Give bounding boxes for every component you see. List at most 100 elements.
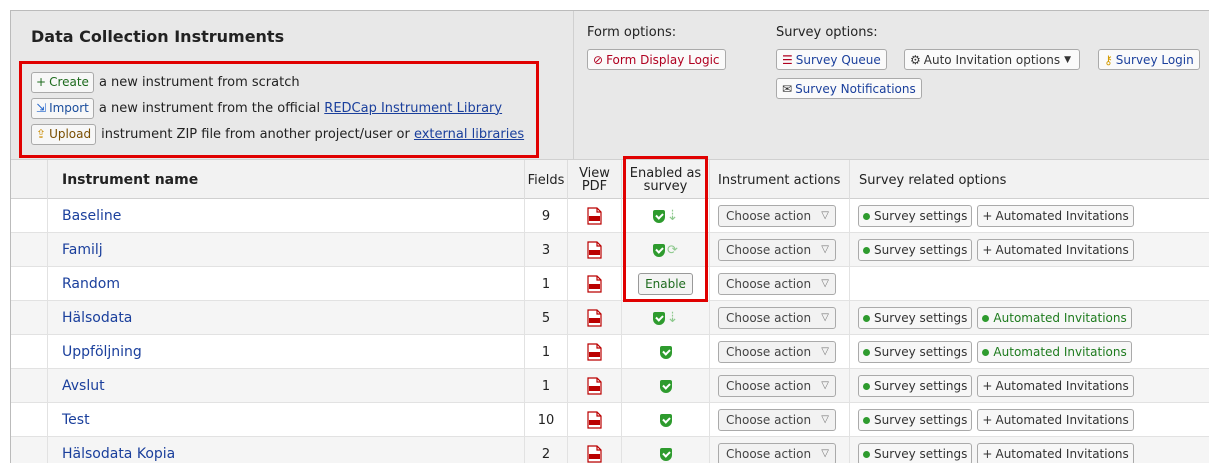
list-icon: ☰ [782,52,793,67]
plus-icon: + [982,379,993,393]
instrument-name-link[interactable]: Baseline [48,208,121,224]
page-title: Data Collection Instruments [31,27,285,46]
check-dot-icon [863,246,870,254]
field-count: 3 [524,233,567,267]
dropdown-caret-icon: ▽ [821,278,829,289]
automated-invitations-button[interactable]: + Automated Invitations [977,409,1134,431]
table-row: Uppföljning 1 Choose action ▽ Survey setting… [11,335,1209,369]
table-row: Random 1 Enable Choose action ▽ [11,267,1209,301]
col-fields: Fields [524,160,567,200]
pdf-icon[interactable] [587,377,602,395]
survey-settings-button[interactable]: Survey settings [858,443,973,463]
table-row: Hälsodata Kopia 2 Choose action ▽ Survey set… [11,437,1209,463]
field-count: 1 [524,369,567,403]
survey-related-options [849,267,1209,301]
dropdown-caret-icon: ▽ [821,312,829,323]
check-dot-icon [863,416,870,424]
dropdown-caret-icon: ▽ [821,244,829,255]
automated-invitations-button[interactable]: + Automated Invitations [977,205,1134,227]
survey-settings-button[interactable]: Survey settings [858,239,973,261]
check-dot-icon [982,314,990,322]
field-count: 9 [524,199,567,233]
survey-enabled-icon [652,311,665,325]
choose-action-dropdown[interactable]: Choose action ▽ [718,443,836,463]
automated-invitations-button[interactable]: + Automated Invitations [977,239,1134,261]
caret-down-icon: ▼ [1064,54,1071,65]
check-dot-icon [863,348,870,356]
automated-invitations-button[interactable]: Automated Invitations [977,341,1132,363]
automated-invitations-button[interactable]: + Automated Invitations [977,443,1134,463]
survey-related-options: Survey settings + Automated Invitations [849,233,1209,267]
dropdown-caret-icon: ▽ [821,380,829,391]
field-count: 2 [524,437,567,463]
dropdown-caret-icon: ▽ [821,448,829,459]
table-header: Instrument name Fields View PDF Enabled a… [11,159,1209,200]
survey-status: ⇣ [621,301,709,335]
choose-action-dropdown[interactable]: Choose action ▽ [718,239,836,261]
survey-options-label: Survey options: [776,25,878,40]
table-row: Familj 3 ⟳ Choose action ▽ Survey settings + Au… [11,233,1209,267]
survey-settings-button[interactable]: Survey settings [858,205,973,227]
pdf-icon[interactable] [587,207,602,225]
survey-status [621,369,709,403]
field-count: 1 [524,335,567,369]
check-dot-icon [863,314,870,322]
arrow-down-icon: ⇣ [666,310,679,326]
pdf-icon[interactable] [587,241,602,259]
pdf-icon[interactable] [587,275,602,293]
automated-invitations-button[interactable]: + Automated Invitations [977,375,1134,397]
instruments-panel: Data Collection Instruments + Create a ne… [10,10,1209,463]
field-count: 1 [524,267,567,301]
check-dot-icon [863,212,870,220]
plus-icon: + [982,413,993,427]
survey-status [621,437,709,463]
check-dot-icon [982,348,990,356]
pdf-icon[interactable] [587,445,602,463]
instrument-name-link[interactable]: Random [48,276,120,292]
choose-action-dropdown[interactable]: Choose action ▽ [718,307,836,329]
table-row: Baseline 9 ⇣ Choose action ▽ Survey settings +… [11,199,1209,233]
survey-settings-button[interactable]: Survey settings [858,409,973,431]
highlight-survey-box [623,156,708,302]
survey-enabled-icon [659,447,672,461]
survey-related-options: Survey settings + Automated Invitations [849,199,1209,233]
survey-enabled-icon [659,413,672,427]
choose-action-dropdown[interactable]: Choose action ▽ [718,205,836,227]
choose-action-dropdown[interactable]: Choose action ▽ [718,341,836,363]
plus-icon: + [982,447,993,461]
survey-login-button[interactable]: ⚷ Survey Login [1098,49,1200,70]
instrument-name-link[interactable]: Uppföljning [48,344,142,360]
check-dot-icon [863,382,870,390]
choose-action-dropdown[interactable]: Choose action ▽ [718,375,836,397]
survey-status [621,335,709,369]
automated-invitations-button[interactable]: Automated Invitations [977,307,1132,329]
auto-invitation-options-button[interactable]: ⚙ Auto Invitation options ▼ [904,49,1080,70]
notifications-icon: ✉ [782,81,793,96]
survey-related-options: Survey settings Automated Invitations [849,335,1209,369]
survey-settings-button[interactable]: Survey settings [858,307,973,329]
survey-status [621,403,709,437]
col-survey-related: Survey related options [849,160,1209,200]
field-count: 5 [524,301,567,335]
table-row: Hälsodata 5 ⇣ Choose action ▽ Survey settings… [11,301,1209,335]
instrument-name-link[interactable]: Familj [48,242,103,258]
form-options-label: Form options: [587,25,677,40]
survey-notifications-button[interactable]: ✉ Survey Notifications [776,78,922,99]
col-view-pdf: View PDF [567,160,621,200]
survey-related-options: Survey settings Automated Invitations [849,301,1209,335]
pdf-icon[interactable] [587,411,602,429]
survey-settings-button[interactable]: Survey settings [858,341,973,363]
instrument-name-link[interactable]: Avslut [48,378,105,394]
instrument-name-link[interactable]: Hälsodata Kopia [48,446,175,462]
instrument-name-link[interactable]: Test [48,412,90,428]
pdf-icon[interactable] [587,343,602,361]
instrument-name-link[interactable]: Hälsodata [48,310,132,326]
survey-related-options: Survey settings + Automated Invitations [849,437,1209,463]
choose-action-dropdown[interactable]: Choose action ▽ [718,409,836,431]
survey-queue-button[interactable]: ☰ Survey Queue [776,49,887,70]
survey-related-options: Survey settings + Automated Invitations [849,369,1209,403]
pdf-icon[interactable] [587,309,602,327]
form-display-logic-button[interactable]: ⊘ Form Display Logic [587,49,726,70]
survey-settings-button[interactable]: Survey settings [858,375,973,397]
choose-action-dropdown[interactable]: Choose action ▽ [718,273,836,295]
